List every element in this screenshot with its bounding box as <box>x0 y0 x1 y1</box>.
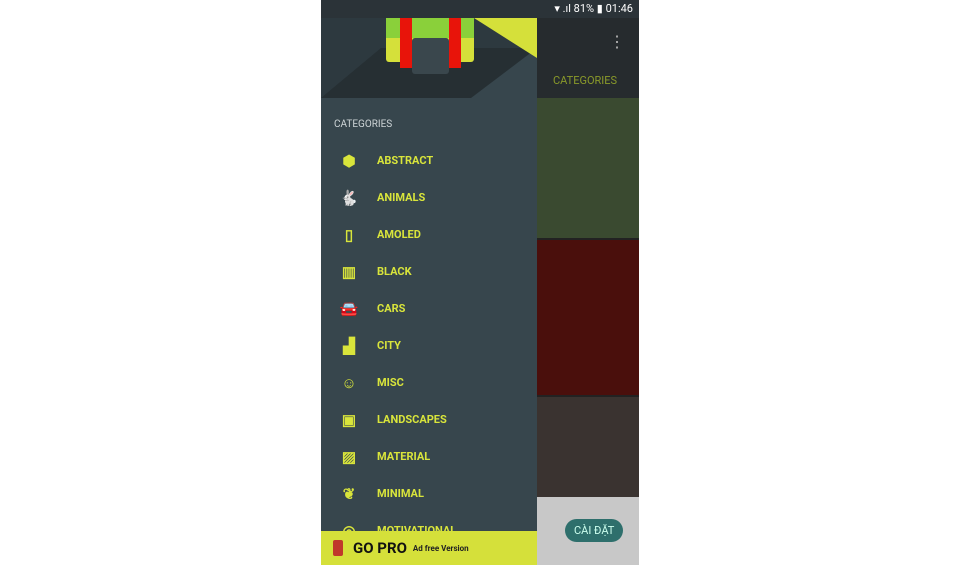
drawer-item-black[interactable]: ▥ BLACK <box>321 253 537 290</box>
clock: 01:46 <box>605 2 633 15</box>
phone-icon: ▯ <box>344 225 354 244</box>
install-button[interactable]: CÀI ĐẶT <box>565 519 624 542</box>
drawer-item-label: LANDSCAPES <box>377 413 447 426</box>
more-vert-icon[interactable]: ⋮ <box>609 32 625 51</box>
film-icon: ▥ <box>341 262 357 281</box>
drawer-item-misc[interactable]: ☺ MISC <box>321 364 537 401</box>
nav-drawer: CATEGORIES ⬢ ABSTRACT 🐇 ANIMALS ▯ AMOLED ▥ BLAC… <box>321 18 537 565</box>
drawer-item-label: MATERIAL <box>377 450 431 463</box>
drawer-item-label: CITY <box>377 339 401 352</box>
tab-categories[interactable]: CATEGORIES <box>553 74 617 87</box>
wallpaper-thumb[interactable] <box>537 98 639 238</box>
drawer-item-amoled[interactable]: ▯ AMOLED <box>321 216 537 253</box>
drawer-item-label: AMOLED <box>377 228 421 241</box>
ad-banner: CÀI ĐẶT <box>537 497 639 565</box>
drawer-item-label: MISC <box>377 376 404 389</box>
status-bar: ▾ .ıl 81% ▮ 01:46 <box>321 0 639 18</box>
section-label: CATEGORIES <box>334 119 393 130</box>
wallpaper-thumb[interactable] <box>537 397 639 497</box>
drawer-item-animals[interactable]: 🐇 ANIMALS <box>321 179 537 216</box>
app-logo <box>321 18 537 98</box>
rabbit-icon: 🐇 <box>339 188 359 207</box>
drawer-item-label: CARS <box>377 302 406 315</box>
battery: 81% <box>573 2 595 15</box>
drawer-item-abstract[interactable]: ⬢ ABSTRACT <box>321 142 537 179</box>
drawer-item-material[interactable]: ▨ MATERIAL <box>321 438 537 475</box>
drawer-item-label: ANIMALS <box>377 191 426 204</box>
car-icon: 🚘 <box>339 299 359 318</box>
drawer-item-landscapes[interactable]: ▣ LANDSCAPES <box>321 401 537 438</box>
drawer-item-cars[interactable]: 🚘 CARS <box>321 290 537 327</box>
cube-icon: ⬢ <box>342 151 356 170</box>
go-pro-title: GO PRO <box>353 539 407 557</box>
drawer-item-label: ABSTRACT <box>377 154 434 167</box>
drawer-header <box>321 18 537 98</box>
smiley-icon: ☺ <box>341 373 357 392</box>
go-pro-button[interactable]: GO PRO Ad free Version <box>321 531 537 565</box>
drawer-item-city[interactable]: ▟ CITY <box>321 327 537 364</box>
go-pro-subtitle: Ad free Version <box>412 543 469 553</box>
drawer-item-label: MINIMAL <box>377 487 424 500</box>
city-icon: ▟ <box>343 336 355 355</box>
drawer-item-label: BLACK <box>377 265 412 278</box>
pro-logo-icon <box>333 540 343 556</box>
stripes-icon: ▨ <box>341 447 357 466</box>
phone-screen: ▾ .ıl 81% ▮ 01:46 ⋮ CATEGORIES CÀI ĐẶT C… <box>321 0 639 565</box>
drawer-item-minimal[interactable]: ❦ MINIMAL <box>321 475 537 512</box>
image-icon: ▣ <box>341 410 357 429</box>
wallpaper-thumb[interactable] <box>537 240 639 395</box>
leaf-icon: ❦ <box>342 484 356 503</box>
